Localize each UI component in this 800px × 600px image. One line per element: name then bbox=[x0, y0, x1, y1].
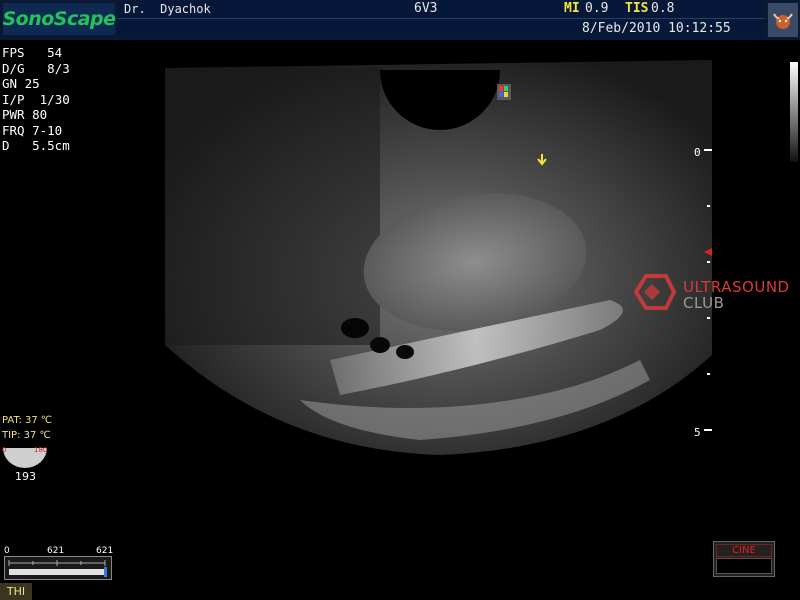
angle-max: 180 bbox=[34, 446, 48, 454]
param-label: D bbox=[2, 138, 10, 153]
depth-label-bottom: 5 bbox=[694, 426, 701, 439]
param-ip: I/P 1/30 bbox=[2, 92, 70, 108]
param-label: FRQ bbox=[2, 122, 25, 138]
marker-blue bbox=[499, 92, 503, 97]
thi-mode-button[interactable]: THI bbox=[0, 583, 32, 600]
watermark-line2: CLUB bbox=[683, 294, 725, 312]
depth-tick bbox=[707, 261, 710, 263]
param-value: 5.5cm bbox=[32, 138, 70, 153]
ultrasound-club-logo-icon bbox=[633, 274, 677, 310]
param-fps: FPS 54 bbox=[2, 45, 70, 61]
pat-temp: PAT: 37 ℃ bbox=[2, 415, 52, 426]
param-label: FPS bbox=[2, 45, 25, 60]
marker-yellow bbox=[504, 92, 508, 97]
param-depth: D 5.5cm bbox=[2, 138, 70, 154]
imaging-params: FPS 54 D/G 8/3 GN 25 I/P 1/30 PWR 80 FRQ 7-10… bbox=[2, 45, 70, 154]
param-value: 54 bbox=[47, 45, 63, 60]
marker-red bbox=[499, 86, 503, 91]
depth-tick bbox=[707, 317, 710, 319]
param-value: 25 bbox=[24, 76, 40, 91]
tip-label: TIP: bbox=[2, 430, 21, 441]
pat-label: PAT: bbox=[2, 415, 22, 426]
param-label: PWR bbox=[2, 107, 25, 122]
param-pwr: PWR 80 bbox=[2, 107, 70, 123]
cyst-2 bbox=[370, 337, 390, 353]
depth-tick bbox=[707, 373, 710, 375]
depth-tick bbox=[704, 149, 712, 151]
cine-mid: 621 bbox=[47, 546, 65, 556]
param-value: 80 bbox=[32, 107, 48, 122]
depth-tick bbox=[704, 429, 712, 431]
param-label: I/P bbox=[2, 91, 25, 107]
focus-marker-icon bbox=[704, 248, 712, 256]
param-label: D/G bbox=[2, 60, 25, 76]
depth-tick bbox=[707, 205, 710, 207]
param-gn: GN 25 bbox=[2, 76, 70, 92]
param-value: 7-10 bbox=[32, 122, 63, 138]
angle-value: 193 bbox=[15, 470, 36, 483]
param-value: 1/30 bbox=[39, 91, 70, 107]
depth-label-top: 0 bbox=[694, 146, 701, 159]
angle-min: 0 bbox=[2, 446, 7, 454]
param-dg: D/G 8/3 bbox=[2, 61, 70, 77]
cyst-3 bbox=[396, 345, 414, 359]
left-dark-region bbox=[165, 68, 380, 345]
marker-green bbox=[504, 86, 508, 91]
param-frq: FRQ 7-10 bbox=[2, 123, 70, 139]
cine-display bbox=[716, 558, 772, 574]
cine-slider[interactable] bbox=[4, 556, 112, 580]
cyst-1 bbox=[341, 318, 369, 338]
cine-slider-track bbox=[8, 560, 107, 577]
cine-max: 621 bbox=[96, 546, 114, 556]
ultrasound-image bbox=[165, 60, 712, 455]
cine-label: CINE bbox=[716, 544, 772, 557]
param-label: GN bbox=[2, 76, 18, 91]
tip-temp: TIP: 37 ℃ bbox=[2, 430, 51, 441]
cine-min: 0 bbox=[4, 546, 10, 556]
grayscale-bar bbox=[790, 62, 798, 162]
tip-value: 37 ℃ bbox=[23, 430, 51, 441]
pat-value: 37 ℃ bbox=[25, 415, 53, 426]
cine-panel[interactable]: CINE bbox=[713, 541, 775, 577]
param-value: 8/3 bbox=[39, 60, 70, 76]
